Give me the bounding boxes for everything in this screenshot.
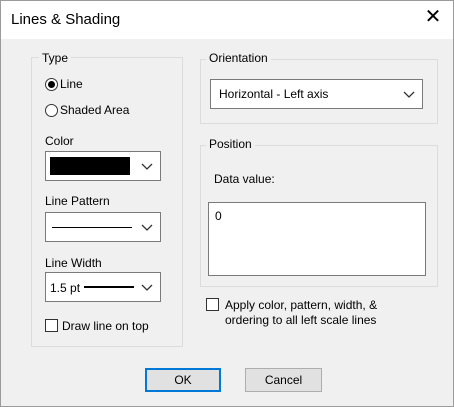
apply-all-checkbox[interactable] xyxy=(206,298,219,311)
apply-all-label-line2: ordering to all left scale lines xyxy=(225,313,377,327)
title-bar: Lines & Shading ✕ xyxy=(1,1,453,39)
data-value-label: Data value: xyxy=(214,172,275,186)
dialog-title: Lines & Shading xyxy=(11,11,121,28)
apply-all-label-line1: Apply color, pattern, width, & xyxy=(225,298,378,312)
type-group-label: Type xyxy=(39,51,72,65)
radio-shaded-area-indicator[interactable] xyxy=(45,103,58,117)
line-pattern-dropdown[interactable] xyxy=(45,212,161,242)
draw-on-top-label: Draw line on top xyxy=(62,319,149,333)
radio-line[interactable]: Line xyxy=(45,77,83,91)
data-value-text: 0 xyxy=(215,209,222,223)
radio-line-indicator[interactable] xyxy=(45,77,58,91)
line-width-preview xyxy=(84,286,134,288)
chevron-down-icon[interactable] xyxy=(402,87,416,101)
color-label: Color xyxy=(45,134,74,148)
color-dropdown[interactable] xyxy=(45,151,161,181)
line-pattern-preview xyxy=(52,227,132,228)
radio-shaded-area-label: Shaded Area xyxy=(60,103,130,117)
cancel-button-label: Cancel xyxy=(264,373,303,387)
data-value-input[interactable]: 0 xyxy=(208,202,426,276)
orientation-group-label: Orientation xyxy=(206,51,271,65)
radio-shaded-area[interactable]: Shaded Area xyxy=(45,103,129,117)
line-width-dropdown[interactable]: 1.5 pt xyxy=(45,272,161,302)
close-icon[interactable]: ✕ xyxy=(423,7,443,27)
ok-button[interactable]: OK xyxy=(145,368,221,392)
line-pattern-label: Line Pattern xyxy=(45,194,110,208)
position-group-label: Position xyxy=(206,137,255,151)
ok-button-label: OK xyxy=(174,373,192,387)
line-width-label: Line Width xyxy=(45,256,102,270)
draw-on-top-checkbox[interactable] xyxy=(45,319,58,332)
color-swatch xyxy=(50,157,130,175)
lines-shading-dialog: Lines & Shading ✕ Type Line Shaded Area … xyxy=(0,0,454,407)
orientation-value: Horizontal - Left axis xyxy=(219,87,329,101)
chevron-down-icon[interactable] xyxy=(140,220,154,234)
radio-line-label: Line xyxy=(60,77,83,91)
orientation-dropdown[interactable]: Horizontal - Left axis xyxy=(210,79,423,109)
line-width-value: 1.5 pt xyxy=(50,281,81,295)
chevron-down-icon[interactable] xyxy=(140,280,154,294)
cancel-button[interactable]: Cancel xyxy=(245,368,322,392)
chevron-down-icon[interactable] xyxy=(140,159,154,173)
